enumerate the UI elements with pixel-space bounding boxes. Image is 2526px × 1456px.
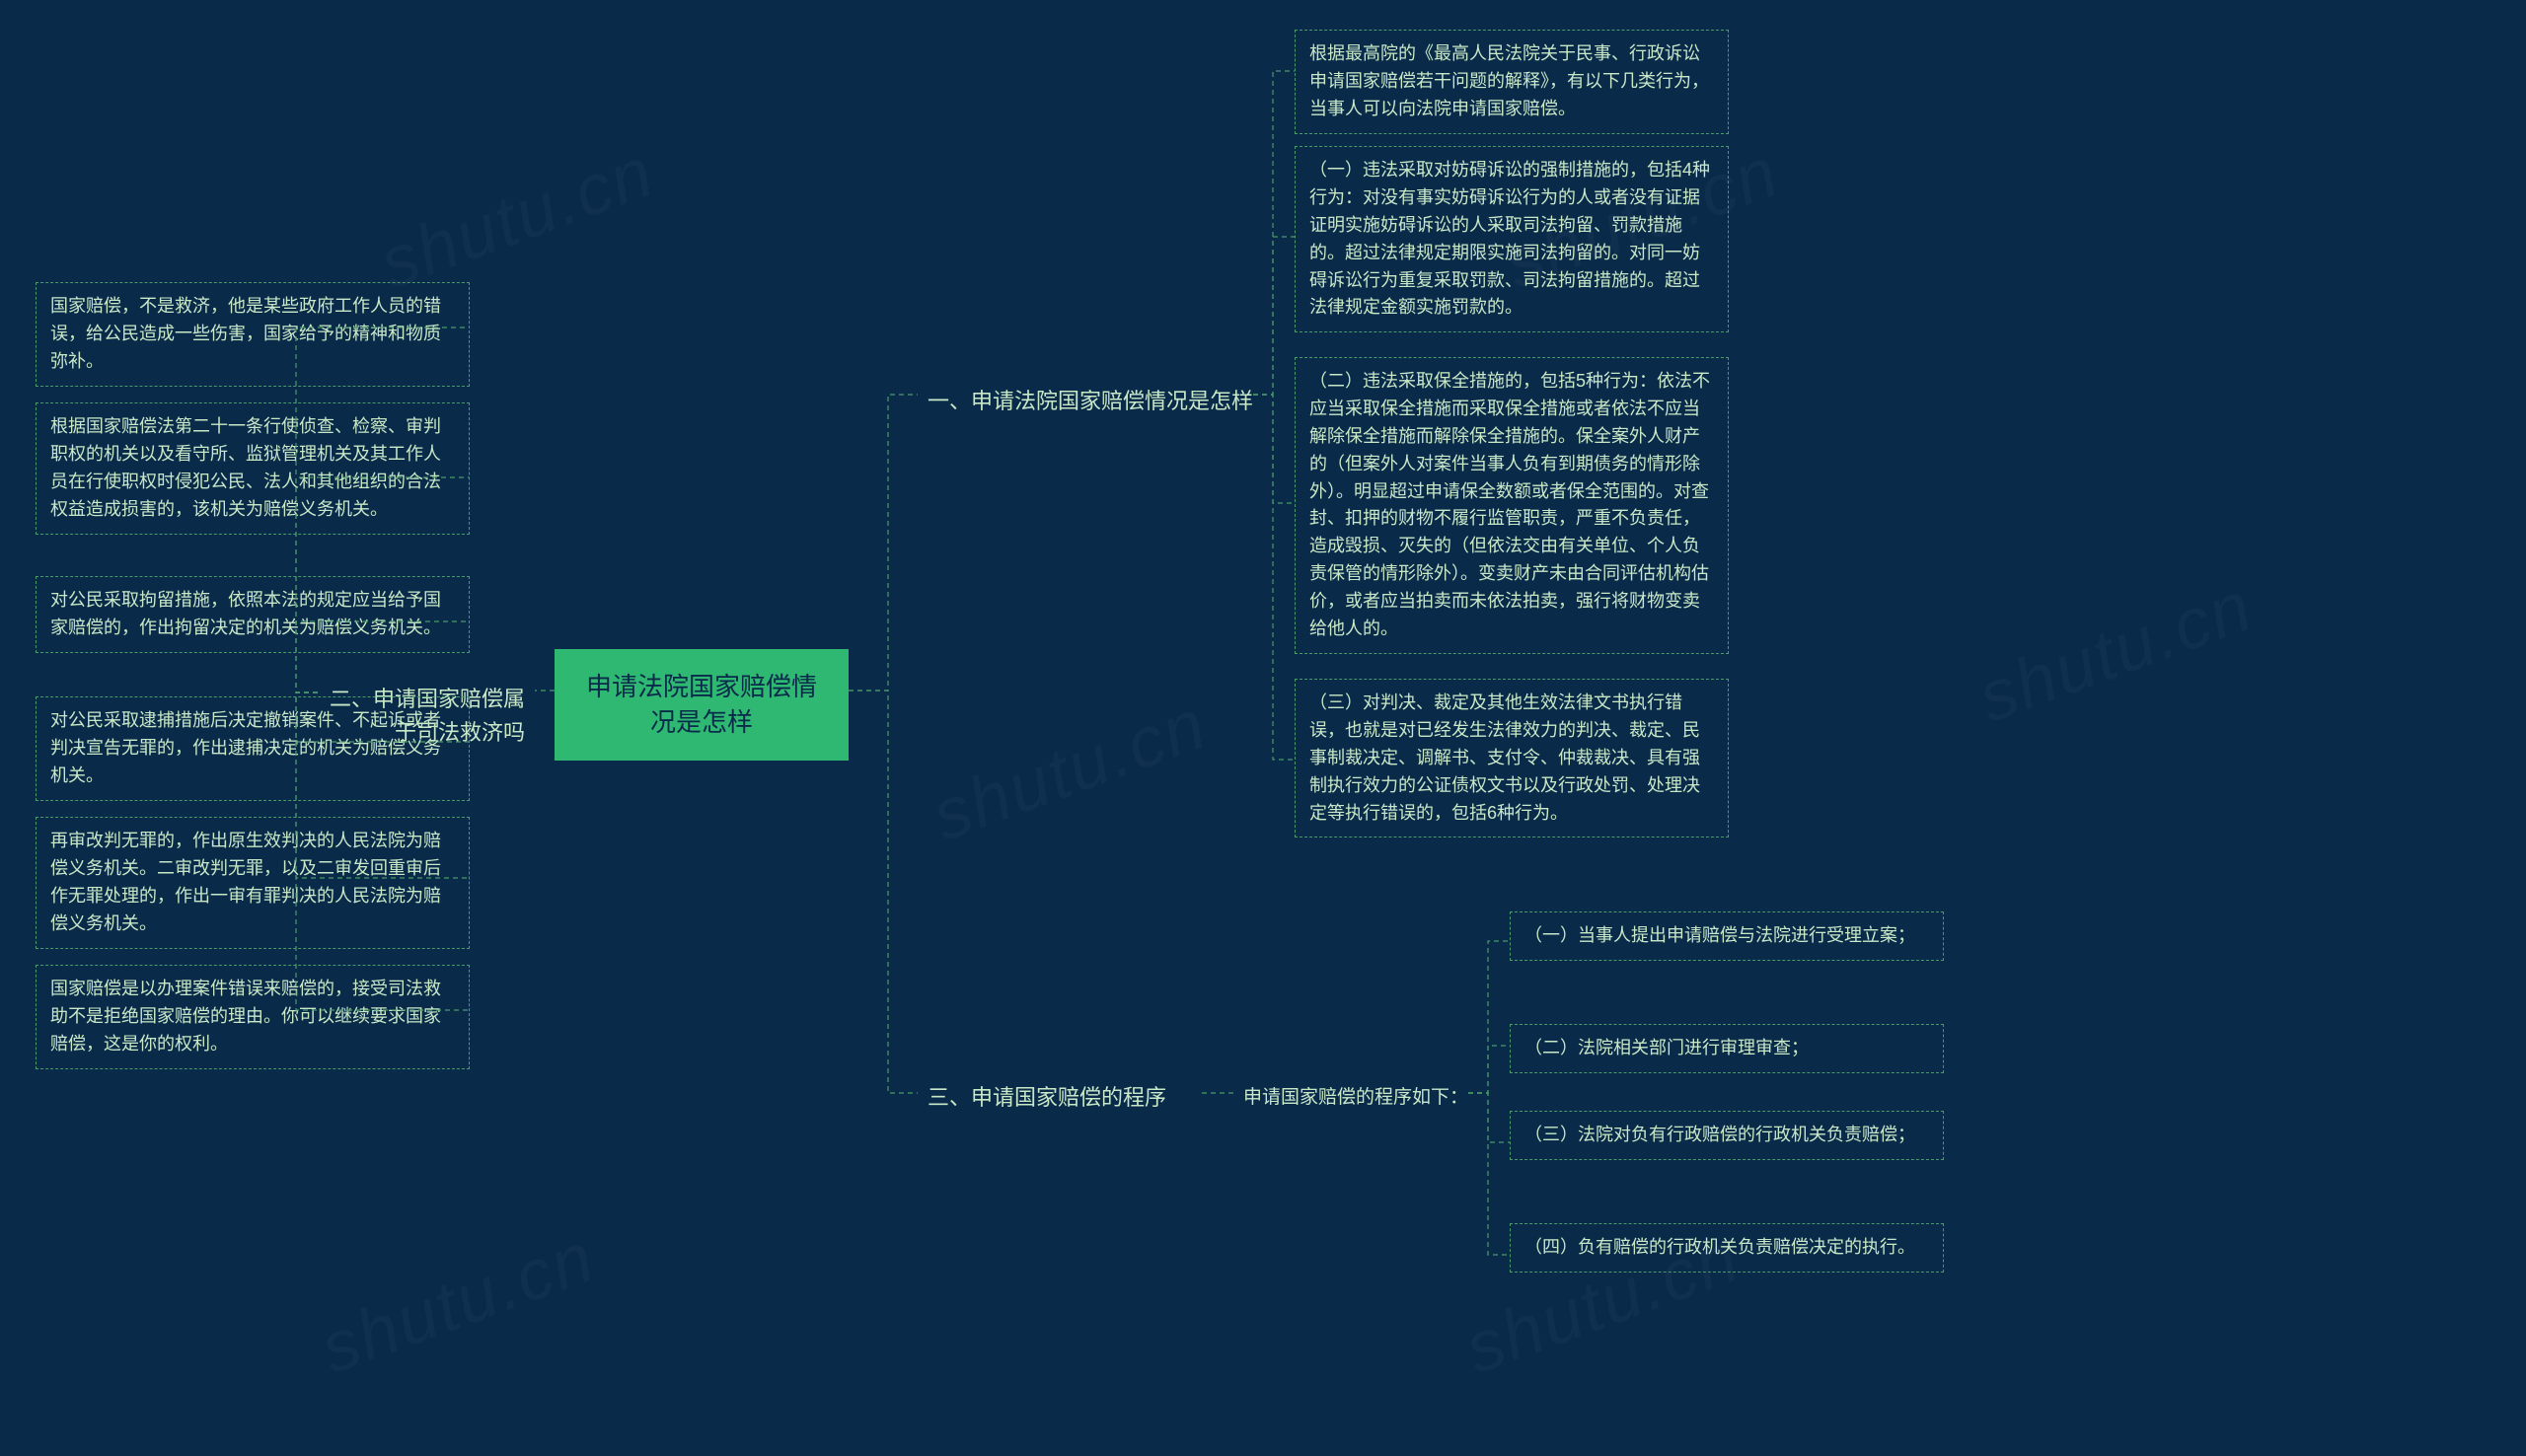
branch3-item-0: （一）当事人提出申请赔偿与法院进行受理立案； xyxy=(1510,911,1944,961)
branch1-item-1: （一）违法采取对妨碍诉讼的强制措施的，包括4种行为：对没有事实妨碍诉讼行为的人或… xyxy=(1295,146,1729,332)
watermark: shutu.cn xyxy=(311,1216,606,1390)
branch2-item-1: 根据国家赔偿法第二十一条行使侦查、检察、审判职权的机关以及看守所、监狱管理机关及… xyxy=(36,402,470,535)
branch1-item-0: 根据最高院的《最高人民法院关于民事、行政诉讼申请国家赔偿若干问题的解释》，有以下… xyxy=(1295,30,1729,134)
watermark: shutu.cn xyxy=(370,131,665,305)
branch2-item-5: 国家赔偿是以办理案件错误来赔偿的，接受司法救助不是拒绝国家赔偿的理由。你可以继续… xyxy=(36,965,470,1069)
branch2-item-0: 国家赔偿，不是救济，他是某些政府工作人员的错误，给公民造成一些伤害，国家给予的精… xyxy=(36,282,470,387)
branch1-title: 一、申请法院国家赔偿情况是怎样 xyxy=(918,379,1263,424)
branch3-item-1: （二）法院相关部门进行审理审查； xyxy=(1510,1024,1944,1073)
branch1-item-2: （二）违法采取保全措施的，包括5种行为：依法不应当采取保全措施而采取保全措施或者… xyxy=(1295,357,1729,654)
branch2-item-3: 对公民采取逮捕措施后决定撤销案件、不起诉或者判决宣告无罪的，作出逮捕决定的机关为… xyxy=(36,696,470,801)
branch3-item-3: （四）负有赔偿的行政机关负责赔偿决定的执行。 xyxy=(1510,1223,1944,1273)
branch3-item-2: （三）法院对负有行政赔偿的行政机关负责赔偿； xyxy=(1510,1111,1944,1160)
center-node: 申请法院国家赔偿情况是怎样 xyxy=(555,649,849,761)
branch1-item-3: （三）对判决、裁定及其他生效法律文书执行错误，也就是对已经发生法律效力的判决、裁… xyxy=(1295,679,1729,837)
branch3-title: 三、申请国家赔偿的程序 xyxy=(918,1075,1176,1121)
watermark: shutu.cn xyxy=(1969,565,2264,739)
branch2-item-4: 再审改判无罪的，作出原生效判决的人民法院为赔偿义务机关。二审改判无罪，以及二审发… xyxy=(36,817,470,949)
branch3-sub: 申请国家赔偿的程序如下： xyxy=(1233,1077,1478,1118)
branch2-item-2: 对公民采取拘留措施，依照本法的规定应当给予国家赔偿的，作出拘留决定的机关为赔偿义… xyxy=(36,576,470,653)
watermark: shutu.cn xyxy=(923,684,1218,857)
